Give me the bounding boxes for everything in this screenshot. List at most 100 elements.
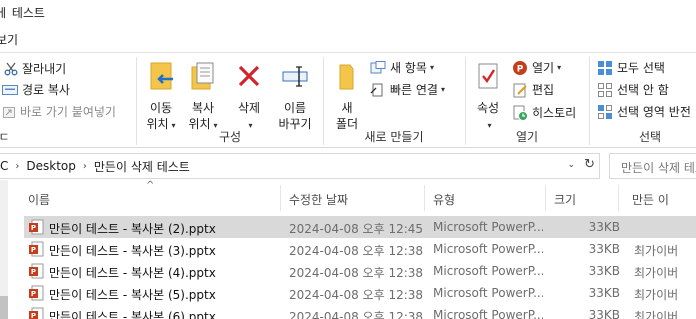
organize-group: 이동 위치 ▾ 복사 위치 ▾ 삭제 ▾ 이름 바꾸기 구성	[137, 53, 323, 149]
cut-button[interactable]: 잘라내기	[4, 59, 66, 79]
new-folder-icon	[339, 64, 354, 90]
new-item-label: 새 항목	[390, 61, 427, 75]
file-author: 최가이버	[634, 310, 679, 319]
refresh-icon[interactable]: ↻	[584, 157, 595, 172]
file-modified: 2024-04-08 오후 12:38	[289, 244, 424, 258]
copy-to-label-1: 복사	[191, 101, 215, 115]
breadcrumb-current-folder[interactable]: 만든이 삭제 테스트	[87, 158, 197, 175]
new-item-icon	[370, 61, 386, 74]
copy-to-button[interactable]: 복사 위치 ▾	[184, 61, 222, 134]
left-pane-scrollbar[interactable]	[0, 180, 8, 319]
select-all-icon	[598, 61, 612, 75]
chevron-down-icon[interactable]: ⌄	[567, 160, 575, 170]
easy-access-icon	[370, 83, 383, 97]
file-author: 최가이버	[634, 266, 679, 280]
column-modified[interactable]: 수정한 날짜	[289, 183, 348, 213]
invert-selection-button[interactable]: 선택 영역 반전	[597, 102, 691, 122]
window-title: ㅔ 테스트	[0, 6, 45, 20]
file-modified: 2024-04-08 오후 12:38	[289, 288, 424, 302]
open-group: 속성 ▾ P 열기 ▾ 편집 히스토리 열기	[466, 53, 588, 149]
delete-button[interactable]: 삭제 ▾	[231, 61, 267, 134]
delete-label: 삭제	[237, 101, 261, 115]
select-all-button[interactable]: 모두 선택	[597, 58, 665, 78]
column-author[interactable]: 만든 이	[632, 183, 669, 213]
select-none-icon	[598, 83, 612, 97]
move-to-icon	[150, 62, 173, 90]
select-group: 모두 선택 선택 안 함 선택 영역 반전 선택	[590, 53, 696, 149]
column-divider[interactable]	[424, 185, 425, 211]
column-size[interactable]: 크기	[554, 183, 576, 213]
powerpoint-icon: P	[513, 61, 527, 75]
pptx-file-icon: P	[29, 263, 44, 279]
svg-text:P: P	[31, 290, 36, 298]
cut-label: 잘라내기	[22, 62, 67, 76]
rename-button[interactable]: 이름 바꾸기	[274, 61, 316, 132]
history-icon	[513, 105, 528, 121]
new-folder-button[interactable]: 새 폴더	[330, 61, 364, 132]
copy-path-button[interactable]: 경로 복사	[2, 80, 70, 100]
title-bar: ㅔ 테스트	[0, 0, 696, 26]
new-folder-label-1: 새	[341, 101, 353, 115]
file-row[interactable]: P 만든이 테스트 - 복사본 (4).pptx 2024-04-08 오후 1…	[24, 260, 696, 282]
copy-path-icon	[2, 85, 18, 95]
svg-text:P: P	[31, 246, 36, 254]
open-caret-icon: ▾	[557, 63, 562, 72]
rename-label-1: 이름	[283, 101, 307, 115]
history-button[interactable]: 히스토리	[512, 103, 576, 123]
breadcrumb-pc[interactable]: C	[0, 159, 15, 173]
move-to-button[interactable]: 이동 위치 ▾	[142, 61, 180, 134]
search-input[interactable]: 만든이 삭제 테스	[609, 153, 696, 179]
paste-shortcut-label: 바로 가기 붙여넣기	[20, 105, 116, 119]
address-bar[interactable]: C › Desktop › 만든이 삭제 테스트 ⌄ ↻	[0, 153, 600, 179]
rename-icon	[282, 66, 308, 87]
svg-text:P: P	[31, 224, 36, 232]
history-label: 히스토리	[532, 106, 577, 120]
file-size: 33KB	[588, 264, 620, 278]
breadcrumb-desktop[interactable]: Desktop	[19, 159, 83, 173]
new-item-button[interactable]: 새 항목 ▾	[370, 58, 434, 78]
file-type: Microsoft PowerP...	[433, 220, 543, 234]
file-row[interactable]: P 만든이 테스트 - 복사본 (2).pptx 2024-04-08 오후 1…	[24, 216, 696, 238]
edit-button[interactable]: 편집	[512, 80, 554, 100]
ribbon: 잘라내기 경로 복사 바로 가기 붙여넣기 ㄷ 이동 위치 ▾ 복사 위치 ▾ 삭제…	[0, 52, 696, 148]
edit-icon	[513, 83, 527, 98]
paste-shortcut-button[interactable]: 바로 가기 붙여넣기	[2, 102, 116, 122]
file-name: 만든이 테스트 - 복사본 (2).pptx	[49, 222, 216, 236]
column-name[interactable]: 이름	[28, 183, 50, 213]
open-button[interactable]: P 열기 ▾	[512, 58, 561, 78]
file-row[interactable]: P 만든이 테스트 - 복사본 (3).pptx 2024-04-08 오후 1…	[24, 238, 696, 260]
select-none-button[interactable]: 선택 안 함	[597, 80, 669, 100]
scrollbar-thumb[interactable]	[0, 296, 8, 319]
svg-text:P: P	[31, 268, 36, 276]
menu-view[interactable]: 보기	[0, 31, 18, 48]
column-type[interactable]: 유형	[433, 183, 455, 213]
new-group-label: 새로 만들기	[364, 130, 424, 144]
file-type: Microsoft PowerP...	[433, 286, 543, 300]
svg-text:P: P	[517, 65, 524, 75]
column-divider[interactable]	[545, 185, 546, 211]
properties-button[interactable]: 속성 ▾	[470, 61, 506, 134]
invert-selection-icon	[598, 105, 612, 119]
easy-access-caret-icon: ▾	[440, 85, 445, 94]
pptx-file-icon: P	[29, 241, 44, 257]
file-type: Microsoft PowerP...	[433, 308, 543, 319]
file-author: 최가이버	[634, 244, 679, 258]
scissors-icon	[4, 62, 18, 76]
file-name: 만든이 테스트 - 복사본 (6).pptx	[49, 310, 216, 319]
file-modified: 2024-04-08 오후 12:45	[289, 222, 424, 236]
invert-selection-label: 선택 영역 반전	[617, 105, 691, 119]
file-row[interactable]: P 만든이 테스트 - 복사본 (6).pptx 2024-04-08 오후 1…	[24, 304, 696, 319]
copy-path-label: 경로 복사	[22, 83, 70, 97]
address-bar-row: C › Desktop › 만든이 삭제 테스트 ⌄ ↻ 만든이 삭제 테스	[0, 153, 696, 179]
column-divider[interactable]	[618, 185, 619, 211]
easy-access-button[interactable]: 빠른 연결 ▾	[370, 80, 445, 100]
file-type: Microsoft PowerP...	[433, 264, 543, 278]
file-name: 만든이 테스트 - 복사본 (4).pptx	[49, 266, 216, 280]
copy-to-icon	[191, 62, 214, 90]
file-size: 33KB	[588, 220, 620, 234]
file-modified: 2024-04-08 오후 12:38	[289, 266, 424, 280]
move-to-label-1: 이동	[149, 101, 173, 115]
menu-bar: 보기	[0, 26, 696, 52]
column-divider[interactable]	[280, 185, 281, 211]
file-row[interactable]: P 만든이 테스트 - 복사본 (5).pptx 2024-04-08 오후 1…	[24, 282, 696, 304]
